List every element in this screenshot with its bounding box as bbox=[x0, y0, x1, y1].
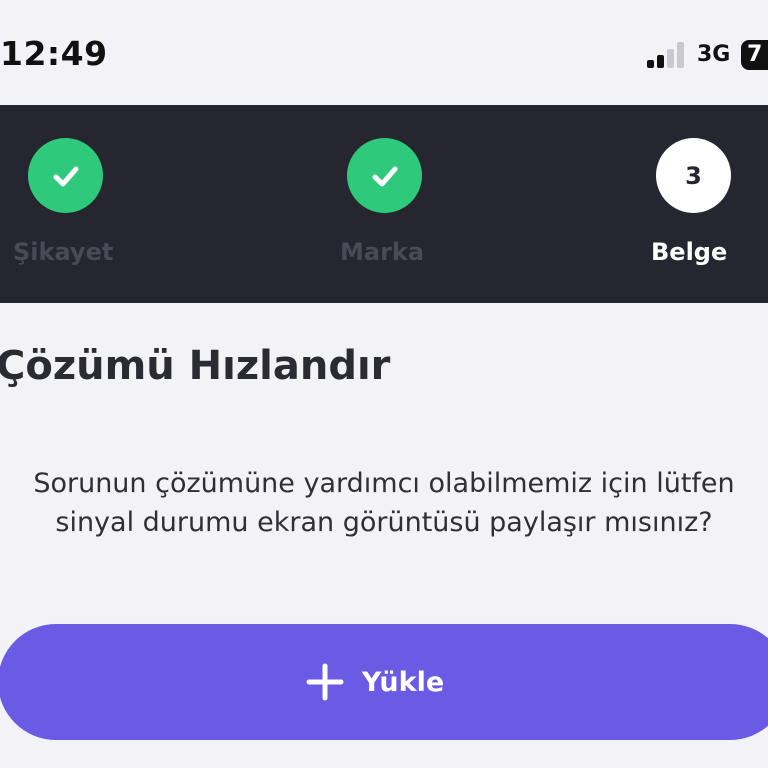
progress-stepper: Şikayet Marka 3 Belge bbox=[0, 105, 768, 303]
battery-icon: 7 bbox=[741, 40, 768, 70]
check-icon bbox=[28, 138, 103, 213]
description-text: Sorunun çözümüne yardımcı olabilmemiz iç… bbox=[33, 468, 735, 538]
plus-icon bbox=[306, 663, 344, 701]
upload-button-label: Yükle bbox=[361, 666, 445, 698]
upload-button[interactable]: Yükle bbox=[0, 624, 768, 740]
check-icon bbox=[347, 138, 422, 213]
step-number: 3 bbox=[656, 138, 731, 213]
step-sikayet: Şikayet bbox=[0, 105, 140, 303]
battery-level: 7 bbox=[747, 42, 763, 67]
page-title: Çözümü Hızlandır bbox=[0, 343, 391, 389]
network-type: 3G bbox=[697, 42, 731, 67]
step-marka: Marka bbox=[320, 105, 460, 303]
step-label: Marka bbox=[340, 238, 425, 266]
step-label: Şikayet bbox=[13, 238, 114, 266]
step-belge: 3 Belge bbox=[630, 105, 760, 303]
status-time: 12:49 bbox=[0, 34, 108, 73]
status-bar: 12:49 3G 7 bbox=[0, 0, 768, 105]
step-label: Belge bbox=[651, 238, 728, 266]
signal-strength-icon bbox=[647, 42, 689, 68]
